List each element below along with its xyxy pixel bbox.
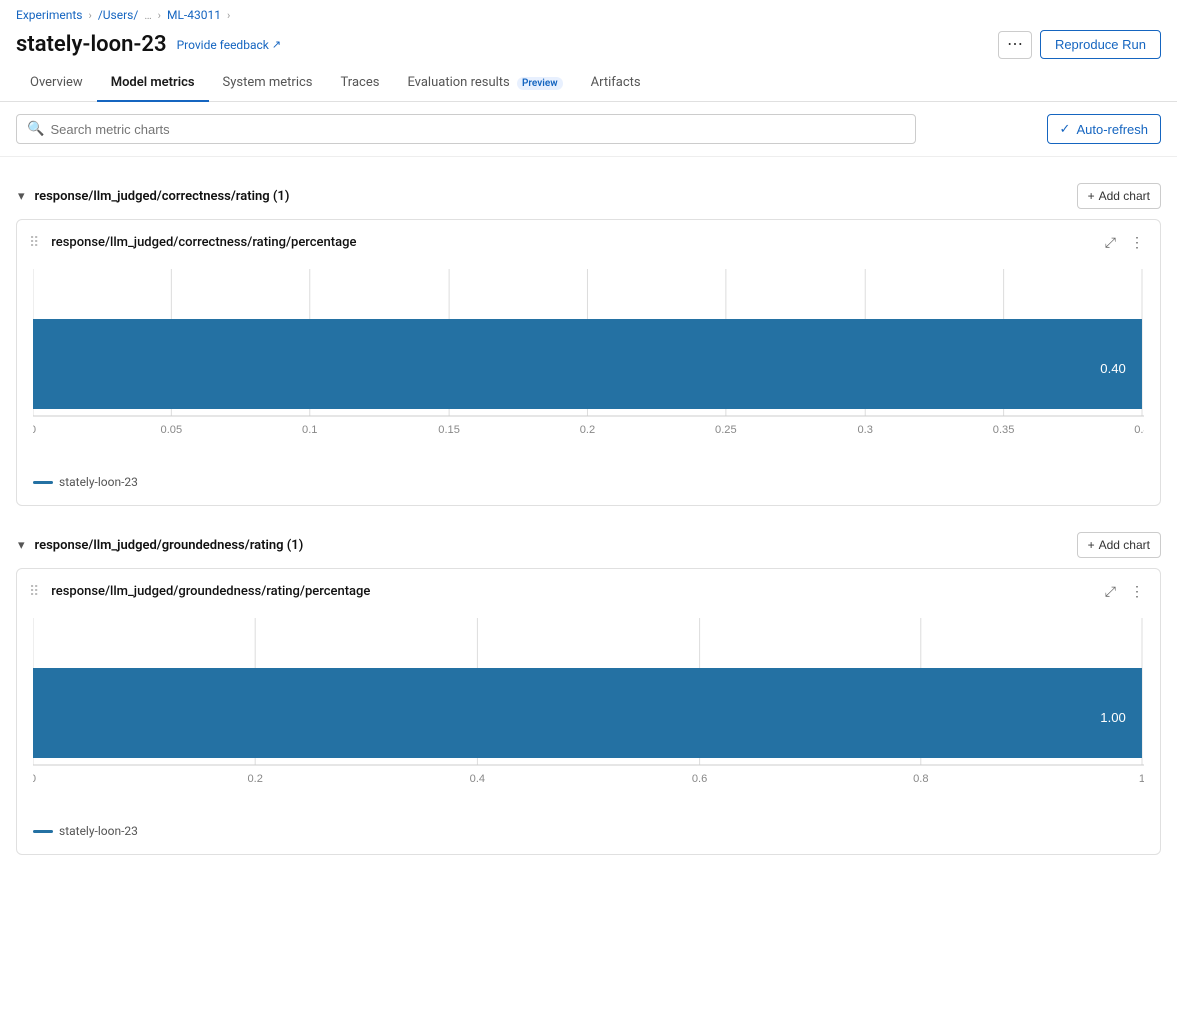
add-icon-2: + — [1088, 538, 1095, 552]
svg-text:0.05: 0.05 — [161, 424, 183, 436]
svg-text:0: 0 — [33, 773, 36, 785]
breadcrumb-users[interactable]: /Users/ — [98, 8, 139, 22]
tab-system-metrics[interactable]: System metrics — [209, 67, 327, 102]
breadcrumb: Experiments › /Users/ … › ML-43011 › — [0, 0, 1177, 26]
toolbar: 🔍 ✓ Auto-refresh — [0, 102, 1177, 157]
search-box[interactable]: 🔍 — [16, 114, 916, 144]
add-chart-correctness-button[interactable]: + Add chart — [1077, 183, 1161, 209]
drag-handle-icon[interactable]: ⠿ — [29, 235, 39, 251]
tab-model-metrics[interactable]: Model metrics — [97, 67, 209, 102]
chart-groundedness-legend: stately-loon-23 — [17, 814, 1160, 838]
section-groundedness: ▾ response/llm_judged/groundedness/ratin… — [16, 522, 1161, 855]
section-title-group: ▾ response/llm_judged/correctness/rating… — [16, 186, 289, 206]
svg-text:0.4: 0.4 — [470, 773, 485, 785]
breadcrumb-ellipsis: … — [144, 9, 151, 22]
collapse-correctness-button[interactable]: ▾ — [16, 186, 27, 206]
external-link-icon: ↗ — [272, 38, 281, 51]
chart-groundedness-wrap: 1.00 0 0.2 0.4 0.6 0.8 1 — [17, 610, 1160, 814]
add-chart-label: Add chart — [1099, 189, 1150, 203]
section-correctness-title: response/llm_judged/correctness/rating (… — [35, 189, 290, 204]
section-groundedness-title-group: ▾ response/llm_judged/groundedness/ratin… — [16, 535, 303, 555]
legend-line-correctness — [33, 481, 53, 484]
breadcrumb-sep-2: › — [158, 9, 161, 22]
chart-correctness-svg: 0.40 0 0.05 0.1 0.15 0.2 0.25 0.3 0.35 0… — [33, 261, 1144, 461]
auto-refresh-button[interactable]: ✓ Auto-refresh — [1047, 114, 1161, 144]
page-title: stately-loon-23 — [16, 32, 167, 57]
reproduce-run-button[interactable]: Reproduce Run — [1040, 30, 1161, 59]
tab-traces[interactable]: Traces — [327, 67, 394, 102]
chart-more-correctness-button[interactable]: ⋮ — [1126, 232, 1148, 253]
chart-title-groundedness: response/llm_judged/groundedness/rating/… — [51, 584, 370, 599]
breadcrumb-run[interactable]: ML-43011 — [167, 8, 221, 22]
chart-more-groundedness-button[interactable]: ⋮ — [1126, 581, 1148, 602]
svg-text:0.15: 0.15 — [438, 424, 460, 436]
breadcrumb-experiments[interactable]: Experiments — [16, 8, 83, 22]
svg-text:0.6: 0.6 — [692, 773, 707, 785]
svg-text:0.4: 0.4 — [1134, 424, 1144, 436]
chart-card-correctness-pct: ⠿ response/llm_judged/correctness/rating… — [16, 219, 1161, 506]
chart-card-correctness-header: ⠿ response/llm_judged/correctness/rating… — [17, 220, 1160, 261]
feedback-label: Provide feedback — [177, 38, 269, 52]
chart-card-groundedness-actions: ⤢ ⋮ — [1101, 581, 1148, 602]
drag-handle-2-icon[interactable]: ⠿ — [29, 584, 39, 600]
section-groundedness-header: ▾ response/llm_judged/groundedness/ratin… — [16, 522, 1161, 568]
page-header-left: stately-loon-23 Provide feedback ↗ — [16, 32, 281, 57]
legend-label-groundedness: stately-loon-23 — [59, 824, 138, 838]
more-options-button[interactable]: ⋯ — [998, 31, 1032, 59]
svg-text:1.00: 1.00 — [1100, 710, 1126, 725]
chart-correctness-legend: stately-loon-23 — [17, 465, 1160, 489]
content: ▾ response/llm_judged/correctness/rating… — [0, 173, 1177, 855]
expand-groundedness-button[interactable]: ⤢ — [1101, 581, 1120, 602]
evaluation-results-badge: Preview — [517, 77, 563, 90]
evaluation-results-label: Evaluation results — [407, 75, 509, 90]
expand-correctness-button[interactable]: ⤢ — [1101, 232, 1120, 253]
svg-text:0.2: 0.2 — [580, 424, 595, 436]
tab-overview[interactable]: Overview — [16, 67, 97, 102]
section-correctness: ▾ response/llm_judged/correctness/rating… — [16, 173, 1161, 506]
svg-text:0.40: 0.40 — [1100, 361, 1126, 376]
breadcrumb-sep-1: › — [89, 9, 92, 22]
svg-text:0.35: 0.35 — [993, 424, 1015, 436]
tab-artifacts[interactable]: Artifacts — [577, 67, 655, 102]
auto-refresh-label: Auto-refresh — [1076, 122, 1148, 137]
svg-text:0.2: 0.2 — [247, 773, 262, 785]
search-icon: 🔍 — [27, 121, 44, 137]
add-icon: + — [1088, 189, 1095, 203]
chart-card-correctness-actions: ⤢ ⋮ — [1101, 232, 1148, 253]
section-groundedness-title: response/llm_judged/groundedness/rating … — [35, 538, 304, 553]
chart-card-groundedness-header: ⠿ response/llm_judged/groundedness/ratin… — [17, 569, 1160, 610]
collapse-groundedness-button[interactable]: ▾ — [16, 535, 27, 555]
add-chart-groundedness-button[interactable]: + Add chart — [1077, 532, 1161, 558]
chart-card-groundedness-pct: ⠿ response/llm_judged/groundedness/ratin… — [16, 568, 1161, 855]
tab-evaluation-results[interactable]: Evaluation results Preview — [393, 67, 576, 102]
chart-title-correctness: response/llm_judged/correctness/rating/p… — [51, 235, 356, 250]
svg-text:1: 1 — [1139, 773, 1144, 785]
legend-label-correctness: stately-loon-23 — [59, 475, 138, 489]
chart-groundedness-svg: 1.00 0 0.2 0.4 0.6 0.8 1 — [33, 610, 1144, 810]
breadcrumb-sep-3: › — [227, 9, 230, 22]
header-actions: ⋯ Reproduce Run — [998, 30, 1161, 59]
svg-text:0.25: 0.25 — [715, 424, 737, 436]
check-icon: ✓ — [1060, 121, 1071, 137]
add-chart-groundedness-label: Add chart — [1099, 538, 1150, 552]
svg-text:0.8: 0.8 — [913, 773, 928, 785]
svg-text:0: 0 — [33, 424, 36, 436]
chart-correctness-wrap: 0.40 0 0.05 0.1 0.15 0.2 0.25 0.3 0.35 0… — [17, 261, 1160, 465]
section-correctness-header: ▾ response/llm_judged/correctness/rating… — [16, 173, 1161, 219]
search-input[interactable] — [50, 122, 905, 137]
feedback-link[interactable]: Provide feedback ↗ — [177, 38, 282, 52]
page-header: stately-loon-23 Provide feedback ↗ ⋯ Rep… — [0, 26, 1177, 67]
svg-text:0.1: 0.1 — [302, 424, 317, 436]
svg-text:0.3: 0.3 — [858, 424, 873, 436]
legend-line-groundedness — [33, 830, 53, 833]
tabs-bar: Overview Model metrics System metrics Tr… — [0, 67, 1177, 102]
